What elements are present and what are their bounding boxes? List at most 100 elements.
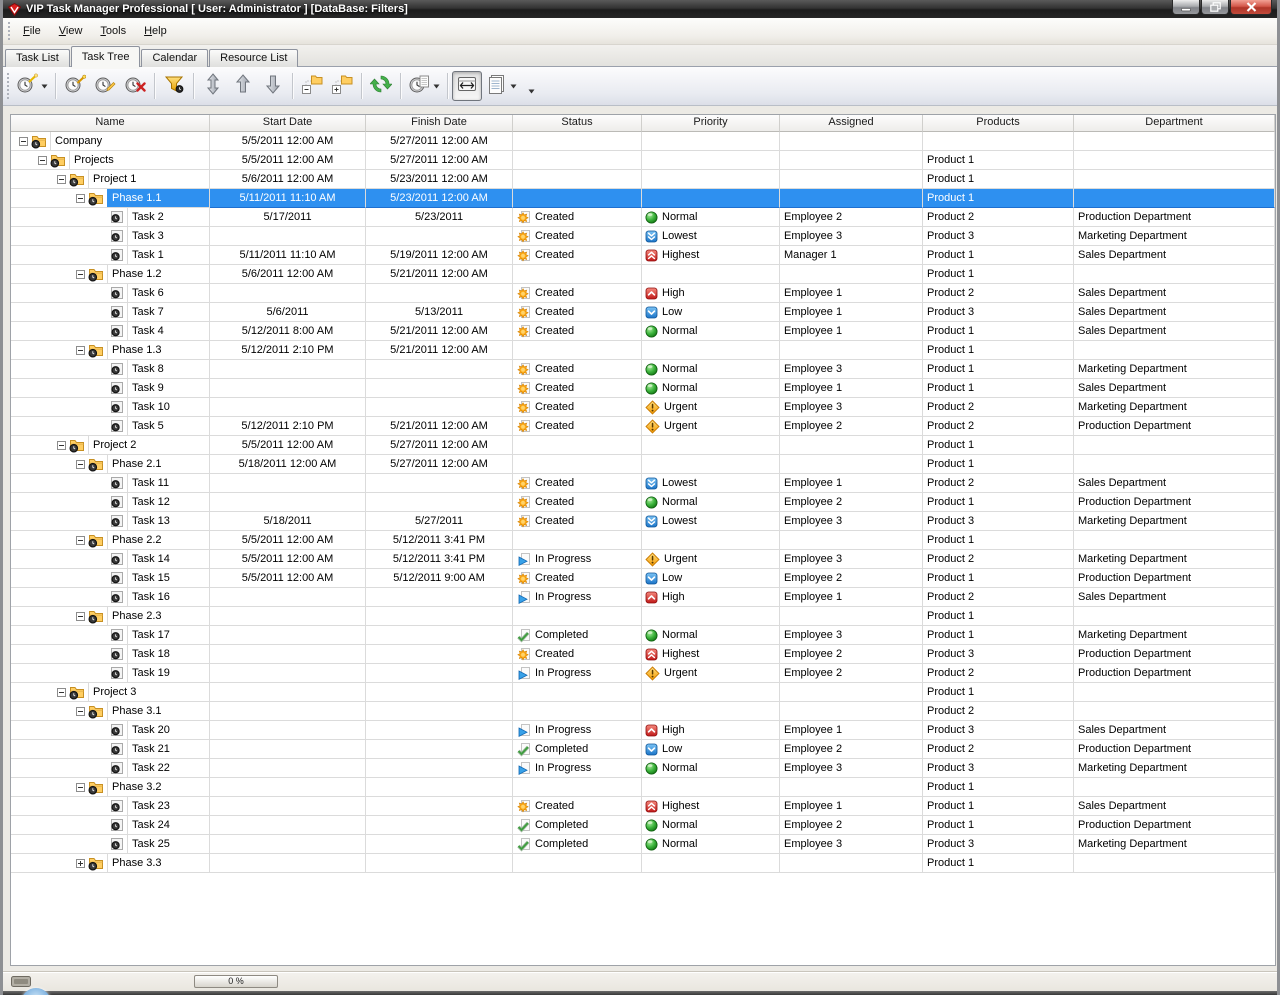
- dropdown-caret-icon[interactable]: [41, 84, 48, 89]
- customize-columns-button[interactable]: [482, 71, 520, 101]
- table-row[interactable]: Task 16In ProgressHighEmployee 1Product …: [11, 588, 1275, 607]
- collapse-expander-icon[interactable]: [76, 536, 85, 545]
- table-row[interactable]: Task 8CreatedNormalEmployee 3Product 1Ma…: [11, 360, 1275, 379]
- menu-item-file[interactable]: File: [14, 22, 50, 40]
- filter-button[interactable]: [159, 71, 189, 101]
- table-row[interactable]: Task 15/11/2011 11:10 AM5/19/2011 12:00 …: [11, 246, 1275, 265]
- minimize-button[interactable]: [1172, 0, 1200, 15]
- table-row[interactable]: Task 25CompletedNormalEmployee 3Product …: [11, 835, 1275, 854]
- table-row[interactable]: Phase 2.15/18/2011 12:00 AM5/27/2011 12:…: [11, 455, 1275, 474]
- table-row[interactable]: Task 3CreatedLowestEmployee 3Product 3Ma…: [11, 227, 1275, 246]
- table-row[interactable]: Task 18CreatedHighestEmployee 2Product 3…: [11, 645, 1275, 664]
- expand-all-button[interactable]: [327, 71, 357, 101]
- table-row[interactable]: Task 155/5/2011 12:00 AM5/12/2011 9:00 A…: [11, 569, 1275, 588]
- toolbar-overflow-button[interactable]: [528, 89, 535, 94]
- move-up-button[interactable]: [228, 71, 258, 101]
- table-row[interactable]: Company5/5/2011 12:00 AM5/27/2011 12:00 …: [11, 132, 1275, 151]
- dropdown-caret-icon[interactable]: [510, 84, 517, 89]
- table-row[interactable]: Task 11CreatedLowestEmployee 1Product 2S…: [11, 474, 1275, 493]
- table-row[interactable]: Task 10CreatedUrgentEmployee 3Product 2M…: [11, 398, 1275, 417]
- menu-item-tools[interactable]: Tools: [91, 22, 135, 40]
- column-header-name[interactable]: Name: [11, 115, 210, 132]
- table-row[interactable]: Project 3Product 1: [11, 683, 1275, 702]
- refresh-button[interactable]: [366, 71, 396, 101]
- table-row[interactable]: Project 25/5/2011 12:00 AM5/27/2011 12:0…: [11, 436, 1275, 455]
- column-header-assigned[interactable]: Assigned: [780, 115, 923, 132]
- collapse-expander-icon[interactable]: [76, 346, 85, 355]
- move-updown-button[interactable]: [198, 71, 228, 101]
- table-row[interactable]: Task 45/12/2011 8:00 AM5/21/2011 12:00 A…: [11, 322, 1275, 341]
- table-row[interactable]: Phase 3.1Product 2: [11, 702, 1275, 721]
- status-cell: [513, 854, 642, 873]
- table-row[interactable]: Task 75/6/20115/13/2011CreatedLowEmploye…: [11, 303, 1275, 322]
- table-row[interactable]: Projects5/5/2011 12:00 AM5/27/2011 12:00…: [11, 151, 1275, 170]
- tab-task-tree[interactable]: Task Tree: [71, 46, 141, 67]
- in-progress-status-icon: [516, 761, 531, 776]
- table-row[interactable]: Phase 3.2Product 1: [11, 778, 1275, 797]
- report-button[interactable]: [405, 71, 443, 101]
- column-header-finish[interactable]: Finish Date: [366, 115, 513, 132]
- dropdown-caret-icon[interactable]: [433, 84, 440, 89]
- table-row[interactable]: Task 55/12/2011 2:10 PM5/21/2011 12:00 A…: [11, 417, 1275, 436]
- collapse-expander-icon[interactable]: [76, 783, 85, 792]
- table-row[interactable]: Phase 1.15/11/2011 11:10 AM5/23/2011 12:…: [11, 189, 1275, 208]
- completed-status-icon: [516, 628, 531, 643]
- table-row[interactable]: Task 21CompletedLowEmployee 2Product 2Pr…: [11, 740, 1275, 759]
- table-row[interactable]: Task 19In ProgressUrgentEmployee 2Produc…: [11, 664, 1275, 683]
- collapse-expander-icon[interactable]: [57, 175, 66, 184]
- column-header-products[interactable]: Products: [923, 115, 1074, 132]
- collapse-expander-icon[interactable]: [57, 441, 66, 450]
- collapse-expander-icon[interactable]: [76, 707, 85, 716]
- collapse-expander-icon[interactable]: [57, 688, 66, 697]
- table-row[interactable]: Phase 1.25/6/2011 12:00 AM5/21/2011 12:0…: [11, 265, 1275, 284]
- collapse-all-button[interactable]: [297, 71, 327, 101]
- table-row[interactable]: Task 6CreatedHighEmployee 1Product 2Sale…: [11, 284, 1275, 303]
- menu-item-help[interactable]: Help: [135, 22, 176, 40]
- title-bar: VIP Task Manager Professional [ User: Ad…: [3, 0, 1277, 18]
- fit-columns-button[interactable]: [452, 71, 482, 101]
- table-row[interactable]: Task 25/17/20115/23/2011CreatedNormalEmp…: [11, 208, 1275, 227]
- priority-cell: [642, 265, 780, 284]
- column-header-department[interactable]: Department: [1074, 115, 1275, 132]
- table-row[interactable]: Task 20In ProgressHighEmployee 1Product …: [11, 721, 1275, 740]
- close-button[interactable]: [1230, 0, 1272, 15]
- table-row[interactable]: Task 135/18/20115/27/2011CreatedLowestEm…: [11, 512, 1275, 531]
- column-header-status[interactable]: Status: [513, 115, 642, 132]
- table-row[interactable]: Task 22In ProgressNormalEmployee 3Produc…: [11, 759, 1275, 778]
- collapse-expander-icon[interactable]: [76, 270, 85, 279]
- table-row[interactable]: Phase 2.25/5/2011 12:00 AM5/12/2011 3:41…: [11, 531, 1275, 550]
- new-task-button[interactable]: [13, 71, 51, 101]
- table-row[interactable]: Phase 3.3Product 1: [11, 854, 1275, 873]
- edit-task-button[interactable]: [90, 71, 120, 101]
- collapse-expander-icon[interactable]: [76, 612, 85, 621]
- table-row[interactable]: Task 23CreatedHighestEmployee 1Product 1…: [11, 797, 1275, 816]
- tab-resource-list[interactable]: Resource List: [209, 49, 298, 67]
- menu-item-view[interactable]: View: [50, 22, 92, 40]
- tab-calendar[interactable]: Calendar: [141, 49, 208, 67]
- table-row[interactable]: Task 9CreatedNormalEmployee 1Product 1Sa…: [11, 379, 1275, 398]
- table-row[interactable]: Task 145/5/2011 12:00 AM5/12/2011 3:41 P…: [11, 550, 1275, 569]
- task-clock-icon: [110, 324, 124, 338]
- column-header-priority[interactable]: Priority: [642, 115, 780, 132]
- delete-task-button[interactable]: [120, 71, 150, 101]
- status-cell: In Progress: [513, 759, 642, 778]
- table-row[interactable]: Phase 1.35/12/2011 2:10 PM5/21/2011 12:0…: [11, 341, 1275, 360]
- move-down-button[interactable]: [258, 71, 288, 101]
- table-row[interactable]: Task 17CompletedNormalEmployee 3Product …: [11, 626, 1275, 645]
- table-row[interactable]: Phase 2.3Product 1: [11, 607, 1275, 626]
- add-task-button[interactable]: [60, 71, 90, 101]
- table-row[interactable]: Task 12CreatedNormalEmployee 2Product 1P…: [11, 493, 1275, 512]
- collapse-expander-icon[interactable]: [38, 156, 47, 165]
- collapse-expander-icon[interactable]: [76, 460, 85, 469]
- collapse-expander-icon[interactable]: [19, 137, 28, 146]
- expand-expander-icon[interactable]: [76, 859, 85, 868]
- priority-label: Normal: [662, 836, 697, 853]
- column-header-start[interactable]: Start Date: [210, 115, 366, 132]
- collapse-expander-icon[interactable]: [76, 194, 85, 203]
- department-cell: Sales Department: [1074, 797, 1275, 816]
- table-row[interactable]: Project 15/6/2011 12:00 AM5/23/2011 12:0…: [11, 170, 1275, 189]
- restore-button[interactable]: [1201, 0, 1229, 15]
- tab-task-list[interactable]: Task List: [5, 49, 70, 67]
- urgent-priority-icon: [645, 666, 660, 681]
- table-row[interactable]: Task 24CompletedNormalEmployee 2Product …: [11, 816, 1275, 835]
